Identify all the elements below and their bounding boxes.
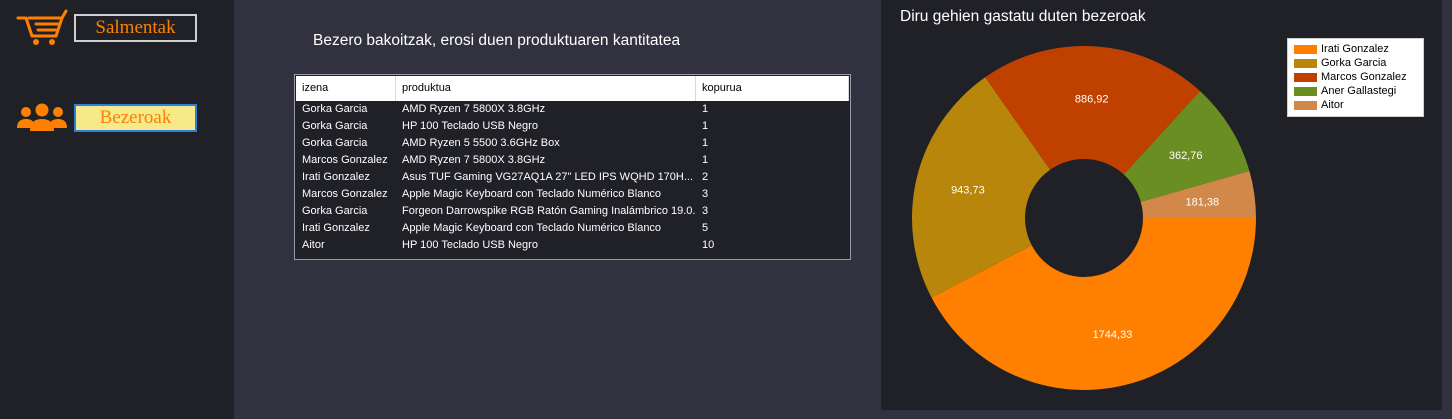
table-row[interactable]: Gorka Garcia Forgeon Darrowspike RGB Rató… <box>296 203 850 220</box>
table-cell-kopurua: 2 <box>702 171 709 183</box>
legend-label: Gorka Garcia <box>1321 57 1387 69</box>
slice-value-label: 1744,33 <box>1093 329 1133 341</box>
sidebar: Salmentak Bezeroak <box>0 0 234 419</box>
legend-label: Irati Gonzalez <box>1321 43 1389 55</box>
legend-item: Marcos Gonzalez <box>1294 70 1423 84</box>
legend-swatch <box>1294 100 1317 110</box>
legend-item: Aner Gallastegi <box>1294 84 1423 98</box>
column-header-produktua[interactable]: produktua <box>396 76 696 101</box>
table-row[interactable]: Marcos Gonzalez Apple Magic Keyboard con … <box>296 186 850 203</box>
table-cell-produktua: AMD Ryzen 5 5500 3.6GHz Box <box>402 137 560 149</box>
column-header-kopurua[interactable]: kopurua <box>696 76 849 101</box>
legend-item: Aitor <box>1294 98 1423 112</box>
table-cell-produktua: Apple Magic Keyboard con Teclado Numéric… <box>402 222 662 234</box>
purchases-grid[interactable]: izena produktua kopurua Gorka Garcia AMD … <box>294 74 851 260</box>
table-cell-kopurua: 1 <box>702 120 709 132</box>
slice-value-label: 181,38 <box>1186 197 1220 209</box>
slice-value-label: 362,76 <box>1169 150 1203 162</box>
legend-swatch <box>1294 72 1317 82</box>
table-row[interactable]: Gorka Garcia AMD Ryzen 7 5800X 3.8GHz 1 <box>296 101 850 118</box>
nav-item-bezeroak: Bezeroak <box>14 98 197 138</box>
chart-panel: Diru gehien gastatu duten bezeroak 1744,… <box>881 0 1442 410</box>
table-cell-izena: Aitor <box>302 239 325 251</box>
table-cell-produktua: AMD Ryzen 7 5800X 3.8GHz <box>402 154 546 166</box>
legend-swatch <box>1294 58 1317 68</box>
shopping-cart-icon[interactable] <box>14 8 70 48</box>
table-cell-kopurua: 3 <box>702 188 709 200</box>
legend-swatch <box>1294 44 1317 54</box>
legend-item: Irati Gonzalez <box>1294 42 1423 56</box>
main-content: Bezero bakoitzak, erosi duen produktuare… <box>234 0 880 419</box>
table-cell-izena: Marcos Gonzalez <box>302 154 388 166</box>
legend-swatch <box>1294 86 1317 96</box>
table-cell-produktua: HP 100 Teclado USB Negro <box>402 239 538 251</box>
table-row[interactable]: Gorka Garcia AMD Ryzen 5 5500 3.6GHz Box 1 <box>296 135 850 152</box>
table-cell-izena: Irati Gonzalez <box>302 171 370 183</box>
table-row[interactable]: Irati Gonzalez Asus TUF Gaming VG27AQ1A 2… <box>296 169 850 186</box>
table-cell-izena: Irati Gonzalez <box>302 222 370 234</box>
table-cell-izena: Gorka Garcia <box>302 120 368 132</box>
table-row[interactable]: Gorka Garcia HP 100 Teclado USB Negro 1 <box>296 118 850 135</box>
chart-legend: Irati Gonzalez Gorka Garcia Marcos Gonzale… <box>1287 38 1424 117</box>
table-row[interactable]: Irati Gonzalez Apple Magic Keyboard con T… <box>296 220 850 237</box>
table-cell-produktua: HP 100 Teclado USB Negro <box>402 120 538 132</box>
table-cell-kopurua: 1 <box>702 154 709 166</box>
table-cell-produktua: Forgeon Darrowspike RGB Ratón Gaming Ina… <box>402 205 696 217</box>
table-cell-kopurua: 1 <box>702 137 709 149</box>
table-cell-izena: Gorka Garcia <box>302 205 368 217</box>
table-cell-izena: Gorka Garcia <box>302 103 368 115</box>
table-cell-izena: Gorka Garcia <box>302 137 368 149</box>
salmentak-button[interactable]: Salmentak <box>74 14 197 42</box>
table-title: Bezero bakoitzak, erosi duen produktuare… <box>313 32 681 49</box>
table-cell-kopurua: 5 <box>702 222 709 234</box>
users-icon[interactable] <box>14 98 70 138</box>
legend-item: Gorka Garcia <box>1294 56 1423 70</box>
table-cell-izena: Marcos Gonzalez <box>302 188 388 200</box>
table-row[interactable]: Aitor HP 100 Teclado USB Negro 10 <box>296 237 850 254</box>
table-cell-kopurua: 1 <box>702 103 709 115</box>
legend-label: Aitor <box>1321 99 1344 111</box>
legend-label: Marcos Gonzalez <box>1321 71 1407 83</box>
legend-label: Aner Gallastegi <box>1321 85 1397 97</box>
column-header-izena[interactable]: izena <box>296 76 396 101</box>
slice-value-label: 886,92 <box>1075 94 1109 106</box>
slice-value-label: 943,73 <box>951 185 985 197</box>
grid-body: Gorka Garcia AMD Ryzen 7 5800X 3.8GHz 1 Gor… <box>295 101 850 254</box>
table-cell-produktua: Asus TUF Gaming VG27AQ1A 27" LED IPS WQH… <box>402 171 694 183</box>
table-cell-produktua: Apple Magic Keyboard con Teclado Numéric… <box>402 188 662 200</box>
grid-header: izena produktua kopurua <box>296 76 849 101</box>
table-cell-produktua: AMD Ryzen 7 5800X 3.8GHz <box>402 103 546 115</box>
table-cell-kopurua: 3 <box>702 205 709 217</box>
nav-item-salmentak: Salmentak <box>14 8 197 48</box>
table-row[interactable]: Marcos Gonzalez AMD Ryzen 7 5800X 3.8GHz 1 <box>296 152 850 169</box>
table-cell-kopurua: 10 <box>702 239 715 251</box>
bezeroak-button[interactable]: Bezeroak <box>74 104 197 132</box>
